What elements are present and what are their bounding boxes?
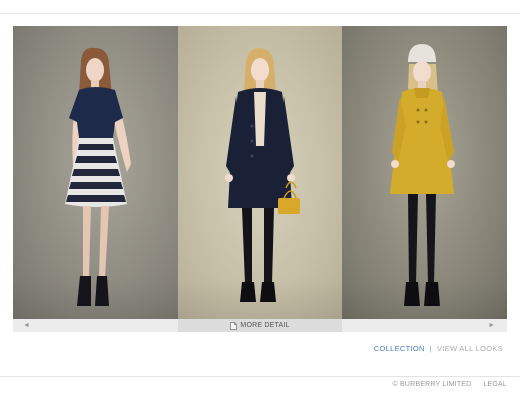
view-all-looks-link[interactable]: VIEW ALL LOOKS	[437, 344, 503, 353]
document-icon	[230, 321, 238, 330]
look-panel-2[interactable]	[178, 26, 342, 319]
left-arrow-icon: ◄	[23, 322, 30, 329]
link-separator: |	[429, 344, 432, 353]
model-figure-3	[390, 44, 455, 306]
model-figure-1	[65, 47, 131, 306]
more-detail-button[interactable]: MORE DETAIL	[178, 319, 342, 332]
copyright-text: © BURBERRY LIMITED	[392, 381, 472, 388]
right-arrow-icon: ►	[488, 322, 495, 329]
gallery-nav-bar: ◄ MORE DETAIL ►	[13, 319, 507, 332]
look-panel-1[interactable]	[13, 26, 178, 319]
collection-links: COLLECTION | VIEW ALL LOOKS	[374, 344, 503, 353]
more-detail-label: MORE DETAIL	[240, 322, 290, 329]
model-figure-2	[225, 48, 300, 302]
legal-link[interactable]: LEGAL	[483, 381, 507, 388]
collection-link[interactable]: COLLECTION	[374, 344, 425, 353]
look-panel-3[interactable]	[342, 26, 507, 319]
next-look-button[interactable]: ►	[342, 319, 507, 332]
prev-look-button[interactable]: ◄	[13, 319, 178, 332]
footer: © BURBERRY LIMITED LEGAL	[393, 381, 507, 388]
look-gallery	[13, 26, 507, 319]
